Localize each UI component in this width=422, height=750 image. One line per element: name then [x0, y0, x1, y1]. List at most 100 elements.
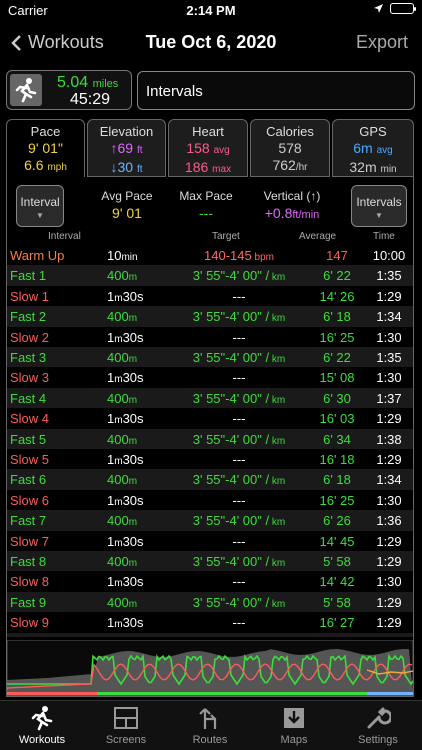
- workout-summary[interactable]: 5.04 miles 45:29: [6, 70, 132, 110]
- tabbar-screens[interactable]: Screens: [84, 705, 168, 746]
- interval-time: 1:30: [376, 329, 402, 345]
- interval-average: 6' 22: [323, 268, 351, 284]
- interval-name: Fast 6: [10, 472, 47, 488]
- interval-target: ---: [232, 533, 246, 549]
- tab-gps[interactable]: GPS 6m avg 32m min: [332, 119, 414, 177]
- avg-pace-value: 9' 01: [112, 205, 142, 221]
- interval-name: Slow 1: [10, 288, 50, 304]
- interval-average: 6' 22: [323, 350, 351, 365]
- interval-time: 1:36: [376, 513, 402, 529]
- tab-pace[interactable]: Pace 9' 01" 6.6 mph: [6, 119, 85, 179]
- interval-name: Slow 9: [10, 615, 50, 631]
- interval-duration: 400m: [107, 390, 138, 406]
- tab-calories[interactable]: Calories 578 762/hr: [250, 119, 330, 177]
- tabbar-maps[interactable]: Maps: [252, 705, 336, 746]
- interval-name: Fast 3: [10, 350, 47, 365]
- table-row[interactable]: Fast 2 400m 3' 55"-4' 00" / km 6' 18 1:34: [7, 306, 413, 327]
- export-button[interactable]: Export: [356, 32, 408, 53]
- table-row[interactable]: Slow 9 1m30s --- 16' 27 1:29: [7, 612, 413, 632]
- col-header-target: Target: [212, 231, 240, 242]
- interval-table[interactable]: Warm Up 10min 140-145 bpm 147 10:00 Fast 1 400…: [7, 245, 413, 637]
- tab-elevation[interactable]: Elevation ↑69 ft ↓30 ft: [87, 119, 166, 177]
- table-row[interactable]: Warm Up 10min 140-145 bpm 147 10:00: [7, 245, 413, 265]
- table-row[interactable]: Slow 6 1m30s --- 16' 25 1:30: [7, 490, 413, 510]
- interval-time: 1:35: [376, 350, 402, 365]
- table-row[interactable]: Slow 8 1m30s --- 14' 42 1:30: [7, 571, 413, 591]
- interval-name: Fast 10: [10, 636, 53, 637]
- interval-name: Fast 1: [10, 268, 47, 284]
- battery-icon: [390, 3, 416, 14]
- table-row[interactable]: Fast 5 400m 3' 55"-4' 00" / km 6' 34 1:38: [7, 428, 413, 449]
- max-pace-value: ---: [199, 205, 213, 221]
- interval-duration: 400m: [107, 594, 138, 610]
- status-bar: Carrier 2:14 PM: [0, 0, 422, 22]
- interval-duration: 1m30s: [107, 329, 144, 345]
- runner-icon: [31, 706, 53, 731]
- table-row[interactable]: Fast 6 400m 3' 55"-4' 00" / km 6' 18 1:34: [7, 469, 413, 490]
- screens-icon: [114, 707, 138, 729]
- vertical-label: Vertical (↑): [263, 189, 321, 203]
- table-row[interactable]: Slow 5 1m30s --- 16' 18 1:29: [7, 449, 413, 469]
- wrench-icon: [367, 707, 391, 729]
- interval-average: 16' 18: [319, 452, 355, 467]
- interval-time: 1:29: [376, 533, 402, 549]
- interval-time: 1:35: [376, 268, 402, 284]
- tab-heart[interactable]: Heart 158 avg 186 max: [168, 119, 248, 177]
- interval-target: ---: [232, 288, 246, 304]
- interval-name: Fast 9: [10, 594, 47, 610]
- interval-name: Fast 5: [10, 431, 47, 447]
- interval-target: 3' 55"-4' 00" / km: [192, 309, 286, 325]
- interval-average: 147: [326, 248, 348, 263]
- interval-average: 6' 26: [323, 513, 351, 529]
- tabbar-settings[interactable]: Settings: [336, 705, 420, 746]
- tabbar-workouts[interactable]: Workouts: [0, 705, 84, 746]
- table-row[interactable]: Fast 4 400m 3' 55"-4' 00" / km 6' 30 1:37: [7, 387, 413, 409]
- tabbar-routes[interactable]: Routes: [168, 705, 252, 746]
- workout-chart[interactable]: [7, 640, 413, 696]
- interval-target: 140-145 bpm: [204, 248, 274, 263]
- interval-time: 1:30: [376, 574, 402, 590]
- interval-target: ---: [232, 411, 246, 427]
- interval-average: 14' 26: [319, 288, 355, 304]
- dropdown-arrow-icon: ▼: [36, 211, 44, 220]
- interval-name: Slow 5: [10, 452, 50, 467]
- interval-name: Slow 6: [10, 492, 50, 508]
- table-row[interactable]: Slow 2 1m30s --- 16' 25 1:30: [7, 327, 413, 347]
- interval-average: 5' 58: [323, 594, 351, 610]
- interval-target: 3' 55"-4' 00" / km: [171, 636, 307, 637]
- interval-average: 6' 18: [323, 309, 351, 325]
- interval-duration: 400m: [107, 513, 138, 529]
- workout-name-field[interactable]: Intervals: [137, 71, 415, 110]
- avg-pace-label: Avg Pace: [101, 189, 153, 203]
- distance-value: 5.04 miles: [57, 74, 119, 91]
- interval-duration: 1m30s: [107, 533, 144, 549]
- table-row[interactable]: Fast 1 400m 3' 55"-4' 00" / km 6' 22 1:35: [7, 265, 413, 286]
- interval-time: 1:30: [376, 370, 402, 386]
- interval-name: Fast 8: [10, 554, 47, 569]
- table-row[interactable]: Fast 8 400m 3' 55"-4' 00" / km 5' 58 1:29: [7, 551, 413, 572]
- table-row[interactable]: Slow 1 1m30s --- 14' 26 1:29: [7, 286, 413, 306]
- col-header-average: Average: [299, 231, 337, 242]
- interval-time: 1:29: [376, 594, 402, 610]
- table-row[interactable]: Fast 3 400m 3' 55"-4' 00" / km 6' 22 1:35: [7, 347, 413, 368]
- interval-name: Slow 4: [10, 411, 50, 427]
- interval-time: 1:29: [376, 411, 402, 427]
- table-row[interactable]: Slow 4 1m30s --- 16' 03 1:29: [7, 408, 413, 428]
- interval-duration: 400m: [107, 350, 138, 365]
- interval-average: 16' 03: [319, 411, 355, 427]
- table-row[interactable]: Fast 10 400m 3' 55"-4' 00" / km5' 581:29: [7, 632, 413, 637]
- interval-name: Warm Up: [10, 248, 65, 263]
- interval-name: Fast 7: [10, 513, 47, 529]
- table-row[interactable]: Slow 7 1m30s --- 14' 45 1:29: [7, 531, 413, 551]
- table-row[interactable]: Slow 3 1m30s --- 15' 08 1:30: [7, 367, 413, 387]
- interval-selector-button[interactable]: Interval ▼: [16, 185, 64, 227]
- interval-time: 10:00: [372, 248, 406, 263]
- table-row[interactable]: Fast 7 400m 3' 55"-4' 00" / km 6' 26 1:36: [7, 510, 413, 531]
- intervals-selector-button[interactable]: Intervals ▼: [351, 185, 407, 227]
- interval-average: 16' 27: [319, 615, 355, 631]
- interval-name: Slow 7: [10, 533, 50, 549]
- table-row[interactable]: Fast 9 400m 3' 55"-4' 00" / km 5' 58 1:29: [7, 591, 413, 613]
- interval-target: ---: [232, 492, 246, 508]
- location-icon: [374, 4, 383, 13]
- interval-target: 3' 55"-4' 00" / km: [192, 390, 286, 406]
